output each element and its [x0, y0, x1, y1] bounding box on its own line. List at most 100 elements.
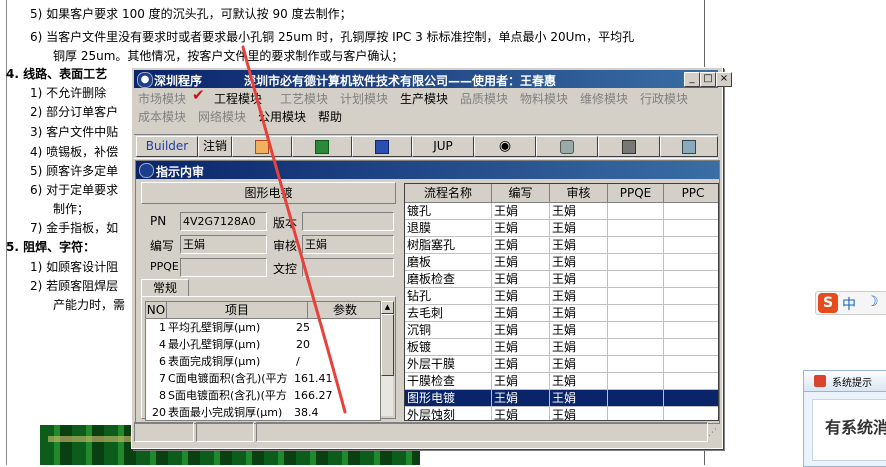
menu-admin[interactable]: 行政模块	[640, 90, 688, 107]
status-panel-2	[196, 422, 254, 442]
system-notice-title: 系统提示	[832, 378, 872, 389]
param-row[interactable]: 20 表面最小完成铜厚(μm) 38.4	[146, 404, 380, 420]
param-value: 166.27	[294, 389, 333, 402]
menu-process[interactable]: 工艺模块	[280, 90, 328, 107]
network-button[interactable]	[598, 136, 660, 157]
process-cell-name: 退膜	[405, 220, 492, 237]
tab-general[interactable]: 常规	[141, 279, 189, 297]
moon-icon[interactable]: ☽	[866, 294, 879, 310]
excel-button[interactable]	[292, 136, 352, 157]
param-item: 最小孔壁铜厚(μm)	[168, 338, 261, 351]
param-value: /	[296, 355, 300, 368]
review-label: 审核	[273, 239, 298, 253]
computer-button[interactable]	[660, 136, 718, 157]
ppqe-field[interactable]	[180, 258, 267, 277]
param-row[interactable]: 4 最小孔壁铜厚(μm) 20	[146, 336, 380, 353]
process-cell-review: 王娟	[550, 305, 608, 322]
process-cell-ppc	[664, 356, 718, 373]
word-button[interactable]	[352, 136, 412, 157]
resize-grip-icon[interactable]: ⋰	[708, 428, 718, 438]
process-cell-author: 王娟	[492, 407, 550, 420]
powerpoint-icon	[255, 139, 269, 154]
process-cell-ppc	[664, 220, 718, 237]
doc-line: 6) 对于定单要求	[30, 183, 119, 197]
window-titlebar[interactable]: ● 深圳程序 深圳市必有德计算机软件技术有限公司——使用者：王春惠 _ □ ×	[134, 70, 732, 88]
process-col-author[interactable]: 编写	[492, 184, 550, 203]
child-window-title: 指示内审	[156, 165, 205, 179]
child-window-titlebar[interactable]: 指示内审	[136, 161, 719, 179]
pn-field[interactable]: 4V2G7128A0	[180, 212, 267, 231]
process-cell-name: 干膜检查	[405, 373, 492, 390]
logout-button[interactable]: 注销	[198, 136, 232, 157]
jup-button[interactable]: JUP	[412, 136, 474, 157]
main-window: ● 深圳程序 深圳市必有德计算机软件技术有限公司——使用者：王春惠 _ □ × …	[131, 67, 732, 449]
param-item: S面电镀面积(含孔)(平方	[168, 389, 287, 402]
author-field[interactable]: 王娟	[180, 235, 267, 254]
scroll-up-arrow-icon[interactable]: ▲	[381, 301, 394, 314]
param-scrollbar[interactable]: ▲	[380, 301, 394, 416]
notice-icon	[814, 375, 826, 387]
param-row[interactable]: 6 表面完成铜厚(μm) /	[146, 353, 380, 370]
process-col-ppqe[interactable]: PPQE	[608, 184, 664, 203]
process-cell-review: 王娟	[550, 339, 608, 356]
param-item: 平均孔壁铜厚(μm)	[168, 321, 261, 334]
process-cell-author: 王娟	[492, 254, 550, 271]
status-panel-3	[256, 422, 708, 442]
check-icon: ✔	[192, 86, 205, 104]
param-value: 161.41	[294, 372, 333, 385]
system-notice-popup[interactable]: 系统提示 有系统消	[803, 370, 886, 467]
eye-button[interactable]: ◉	[474, 136, 536, 157]
process-cell-ppc	[664, 305, 718, 322]
version-field[interactable]	[302, 212, 394, 231]
process-cell-author: 王娟	[492, 322, 550, 339]
param-row[interactable]: 1 平均孔壁铜厚(μm) 25	[146, 319, 380, 336]
author-label: 编写	[150, 239, 175, 253]
database-button[interactable]	[536, 136, 598, 157]
minimize-button[interactable]: _	[684, 72, 700, 87]
menu-maintenance[interactable]: 维修模块	[580, 90, 628, 107]
menu-planning[interactable]: 计划模块	[340, 90, 388, 107]
system-notice-header: 系统提示	[804, 371, 886, 392]
ime-toolbar[interactable]: S 中 ☽	[815, 291, 886, 315]
doc-line: 5) 如果客户要求 100 度的沉头孔，可默认按 90 度去制作；	[30, 7, 352, 21]
powerpoint-button[interactable]	[232, 136, 292, 157]
menu-common[interactable]: 公用模块	[258, 108, 306, 125]
menu-network[interactable]: 网络模块	[198, 108, 246, 125]
doc-line: 7) 金手指板，如	[30, 221, 119, 235]
param-item: 表面完成铜厚(μm)	[168, 355, 261, 368]
param-grid: NO 项目 参数 1 平均孔壁铜厚(μm) 25 4 最小孔壁铜厚(μm) 20…	[145, 301, 381, 421]
doc-line: 2) 部分订单客户	[30, 105, 119, 119]
process-cell-name: 磨板	[405, 254, 492, 271]
menu-engineering[interactable]: 工程模块	[214, 90, 262, 107]
builder-button[interactable]: Builder	[136, 136, 198, 157]
sogou-icon[interactable]: S	[818, 293, 838, 313]
window-company-title: 深圳市必有德计算机软件技术有限公司——使用者：王春惠	[244, 74, 557, 88]
process-col-ppc[interactable]: PPC	[664, 184, 718, 203]
process-table: 流程名称 编写 审核 PPQE PPC 镀孔 王娟 王娟 退膜 王娟 王娟 树脂塞孔 王娟 王娟…	[404, 183, 719, 421]
ime-language-toggle[interactable]: 中	[842, 294, 856, 314]
process-col-review[interactable]: 审核	[550, 184, 608, 203]
param-row[interactable]: 7 C面电镀面积(含孔)(平方 161.41	[146, 370, 380, 387]
review-field[interactable]: 王娟	[302, 235, 394, 254]
maximize-button[interactable]: □	[700, 72, 716, 87]
menu-help[interactable]: 帮助	[318, 108, 342, 125]
menu-quality[interactable]: 品质模块	[460, 90, 508, 107]
process-cell-name: 去毛刺	[405, 305, 492, 322]
process-col-name[interactable]: 流程名称	[405, 184, 492, 203]
section-title-box: 图形电镀	[141, 182, 396, 204]
process-cell-ppqe	[608, 271, 664, 288]
scroll-thumb[interactable]	[381, 314, 394, 376]
menu-production[interactable]: 生产模块	[400, 90, 448, 107]
process-cell-ppqe	[608, 407, 664, 420]
process-cell-ppc	[664, 237, 718, 254]
close-button[interactable]: ×	[716, 72, 732, 87]
menu-material[interactable]: 物料模块	[520, 90, 568, 107]
menu-cost[interactable]: 成本模块	[138, 108, 186, 125]
menu-market[interactable]: 市场模块	[138, 90, 186, 107]
doc-control-field[interactable]	[302, 258, 394, 277]
param-row[interactable]: 8 S面电镀面积(含孔)(平方 166.27	[146, 387, 380, 404]
process-cell-author: 王娟	[492, 373, 550, 390]
param-col-no: NO	[146, 302, 167, 319]
process-cell-review: 王娟	[550, 288, 608, 305]
process-cell-name: 镀孔	[405, 203, 492, 220]
